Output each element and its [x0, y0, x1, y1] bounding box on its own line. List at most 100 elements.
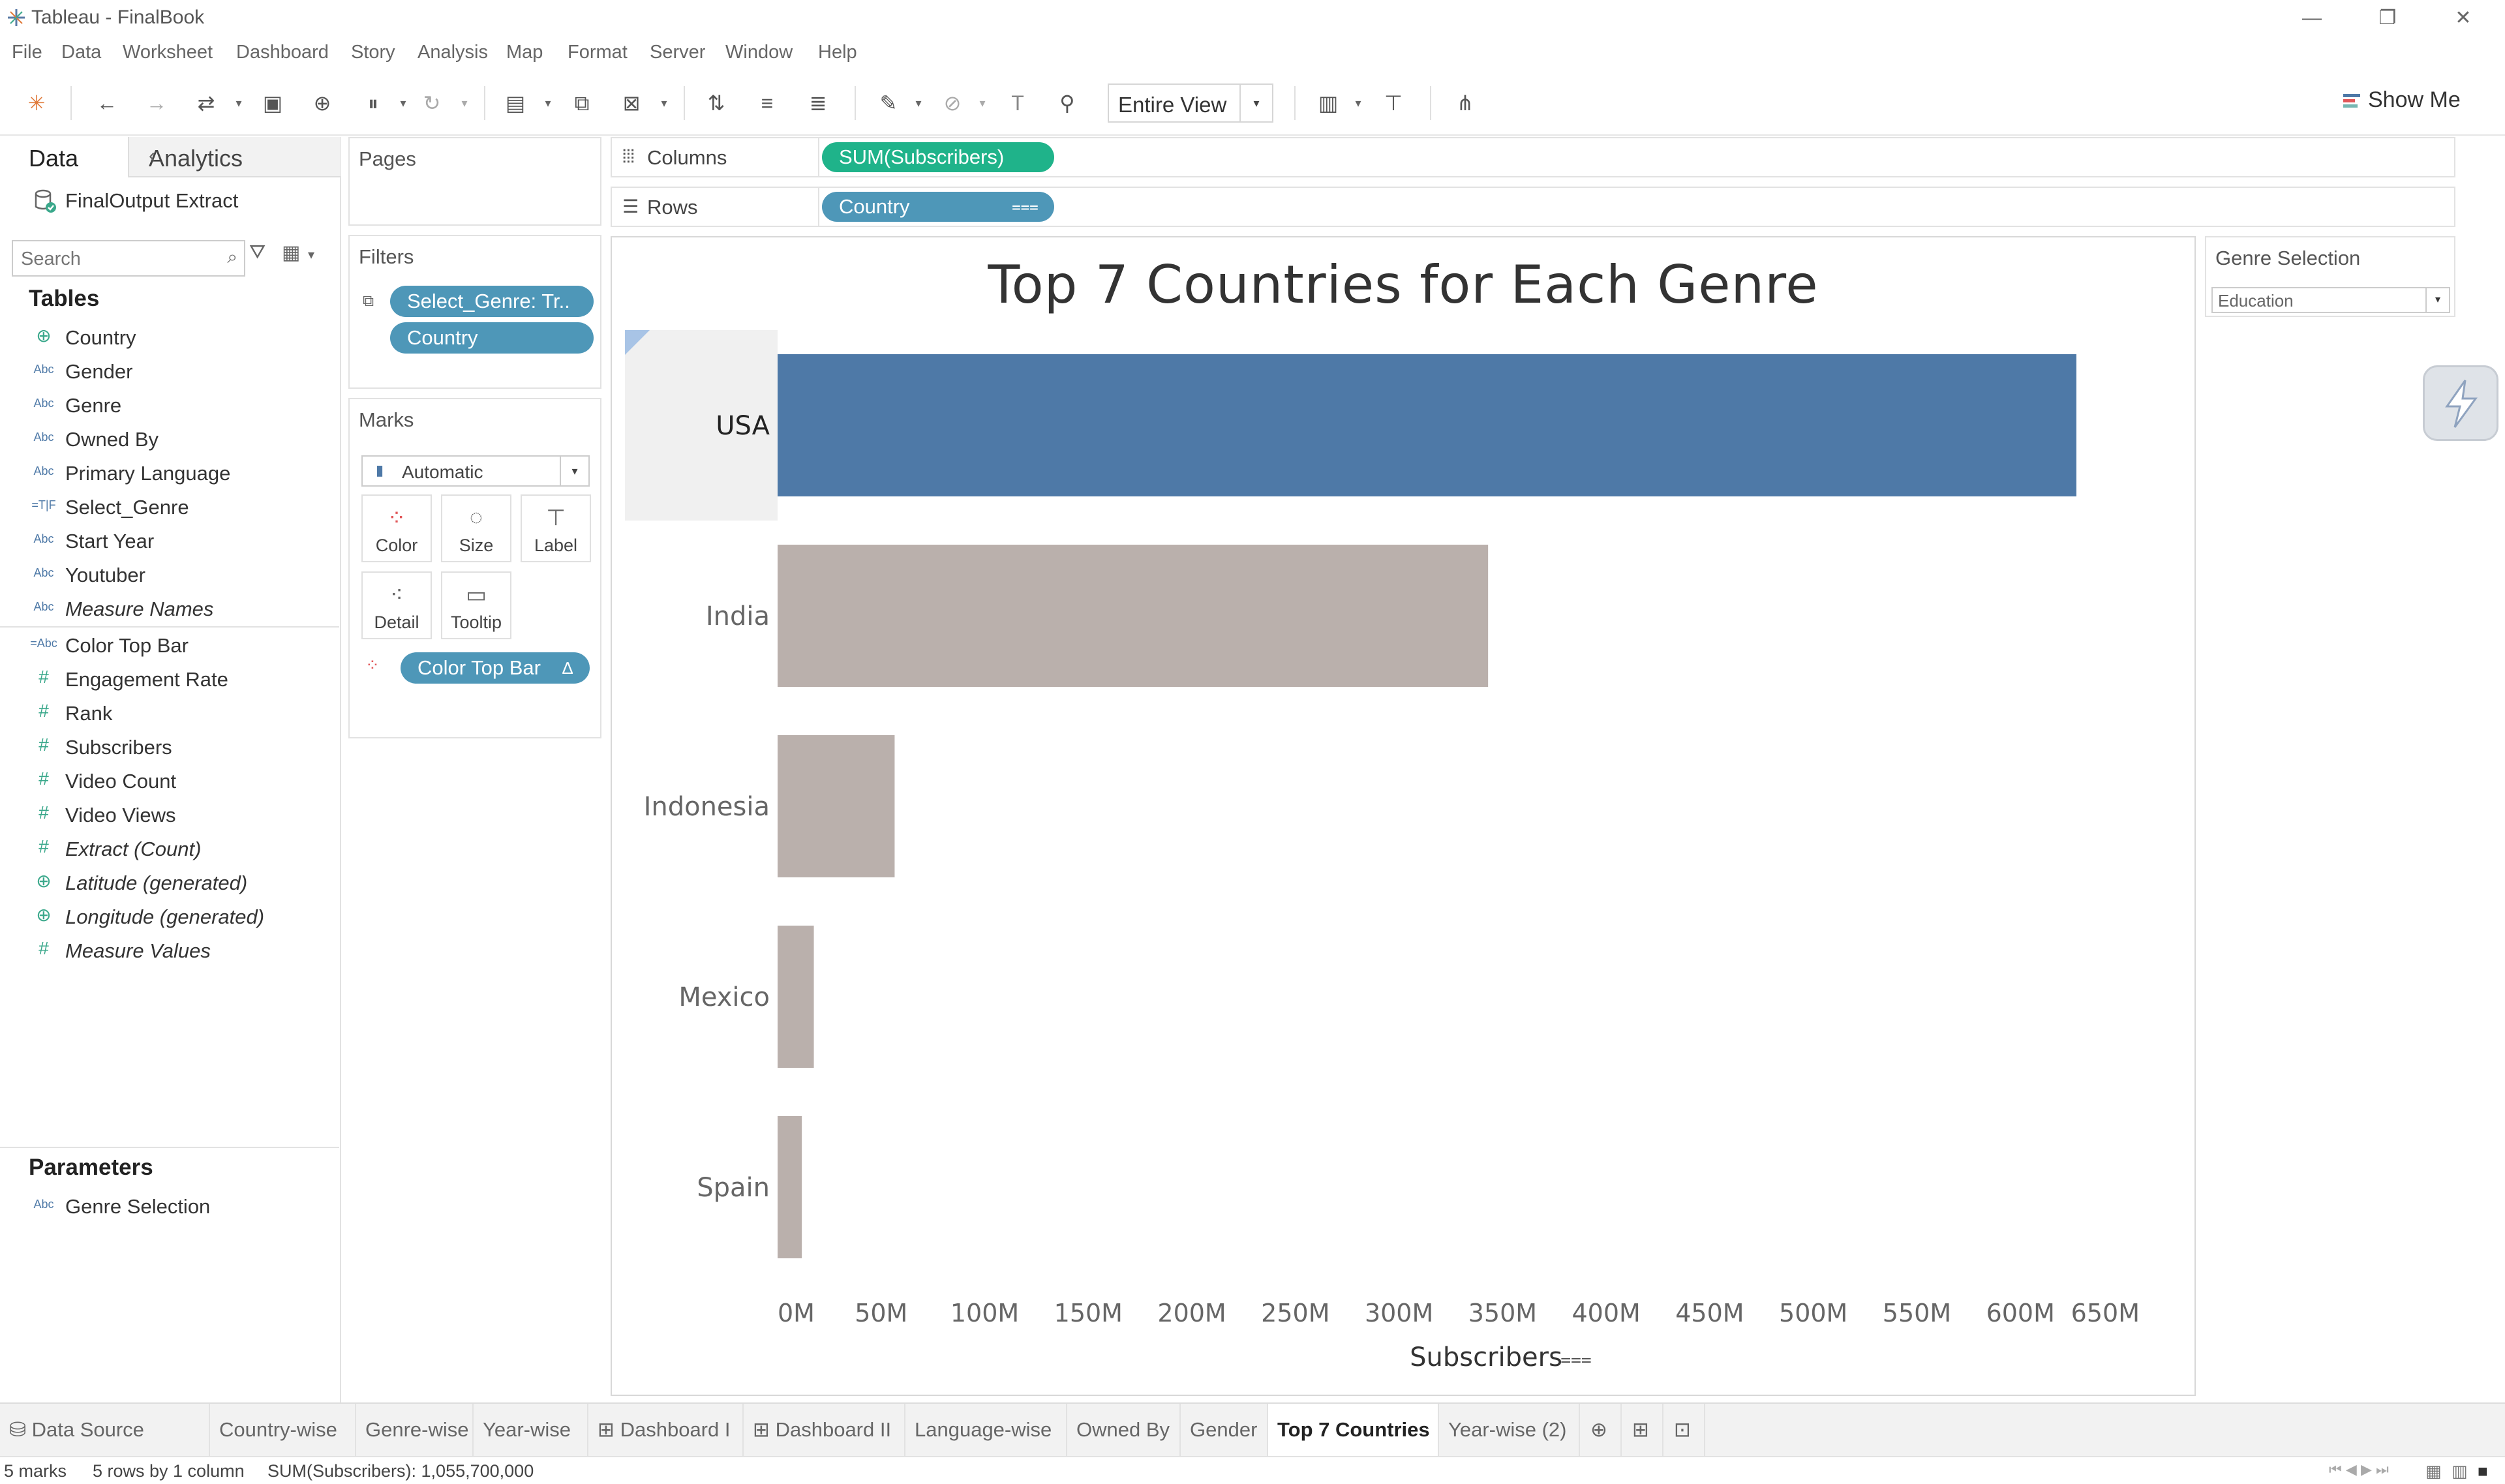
refresh-icon[interactable]: ↻	[418, 89, 446, 117]
field-country[interactable]: ⊕ Country	[0, 321, 339, 355]
menu-data[interactable]: Data	[61, 42, 101, 63]
tab-year-wise[interactable]: Year-wise	[474, 1404, 588, 1456]
field-gender[interactable]: Abc Gender	[0, 355, 339, 389]
field-genre[interactable]: Abc Genre	[0, 389, 339, 423]
swap-icon[interactable]: ⇄	[192, 89, 220, 117]
fit-dropdown[interactable]: Entire View ▾	[1108, 83, 1273, 123]
visualization-area[interactable]: Top 7 Countries for Each Genre USA India I…	[611, 236, 2196, 1396]
bar-indonesia[interactable]	[778, 735, 895, 877]
menu-analysis[interactable]: Analysis	[418, 42, 488, 63]
menu-worksheet[interactable]: Worksheet	[123, 42, 213, 63]
new-story-tab-icon[interactable]: ⊡	[1663, 1404, 1705, 1456]
close-button[interactable]: ✕	[2444, 4, 2483, 33]
new-worksheet-tab-icon[interactable]: ⊕	[1580, 1404, 1622, 1456]
pages-card[interactable]: Pages	[348, 137, 601, 226]
tab-data[interactable]: Data	[0, 137, 128, 177]
marks-pill-color-top-bar[interactable]: Color Top Bar ∆	[401, 652, 590, 684]
swap-rows-columns-icon[interactable]: ⇅	[702, 89, 731, 117]
bar-spain[interactable]	[778, 1116, 802, 1258]
tab-gender[interactable]: Gender	[1181, 1404, 1268, 1456]
field-measure-names[interactable]: Abc Measure Names	[0, 592, 339, 626]
fix-axes-icon[interactable]: ⚲	[1053, 89, 1082, 117]
redo-icon[interactable]: →	[142, 89, 171, 117]
new-dashboard-tab-icon[interactable]: ⊞	[1622, 1404, 1663, 1456]
chevron-down-icon[interactable]: ▾	[912, 90, 925, 116]
filter-pill-select-genre[interactable]: Select_Genre: Tr..	[390, 286, 594, 317]
chevron-down-icon[interactable]: ▾	[458, 90, 471, 116]
show-me-button[interactable]: Show Me	[2342, 87, 2461, 120]
tab-genre-wise[interactable]: Genre-wise	[356, 1404, 474, 1456]
field-engagement-rate[interactable]: # Engagement Rate	[0, 663, 339, 697]
new-worksheet-icon[interactable]: ▤	[501, 89, 530, 117]
chevron-down-icon[interactable]: ▾	[658, 90, 671, 116]
field-subscribers[interactable]: # Subscribers	[0, 731, 339, 765]
undo-icon[interactable]: ←	[93, 89, 121, 117]
menu-window[interactable]: Window	[725, 42, 793, 63]
bar-chart[interactable]: USA India Indonesia Mexico Spain 0M 50M 100M 150…	[612, 237, 2194, 1395]
bar-india[interactable]	[778, 545, 1489, 687]
tab-country-wise[interactable]: Country-wise	[210, 1404, 356, 1456]
menu-story[interactable]: Story	[351, 42, 395, 63]
chevron-down-icon[interactable]: ▾	[397, 90, 410, 116]
filter-pill-country[interactable]: Country	[390, 322, 594, 354]
field-video-views[interactable]: # Video Views	[0, 798, 339, 832]
tab-year-wise-2[interactable]: Year-wise (2)	[1439, 1404, 1580, 1456]
mark-type-dropdown[interactable]: ▮ Automatic ▾	[361, 455, 590, 487]
sheet-sorter-icon[interactable]: ▦	[2425, 1461, 2442, 1481]
field-color-top-bar[interactable]: =Abc Color Top Bar	[0, 629, 339, 663]
marks-label-button[interactable]: ⊤ Label	[521, 494, 591, 562]
tabs-view-icon[interactable]: ■	[2478, 1461, 2488, 1481]
search-input[interactable]	[21, 247, 210, 271]
floating-assistant-button[interactable]	[2423, 365, 2498, 441]
chevron-down-icon[interactable]: ▾	[1352, 90, 1365, 116]
group-members-icon[interactable]: ⊘	[938, 89, 967, 117]
field-video-count[interactable]: # Video Count	[0, 765, 339, 798]
tab-language-wise[interactable]: Language-wise	[905, 1404, 1067, 1456]
chevron-down-icon[interactable]: ▾	[976, 90, 989, 116]
field-select-genre[interactable]: =T|F Select_Genre	[0, 491, 339, 524]
menu-format[interactable]: Format	[568, 42, 628, 63]
genre-selection-dropdown[interactable]: Education ▾	[2211, 287, 2450, 313]
tab-analytics[interactable]: Analytics ‹	[128, 137, 341, 177]
new-datasource-icon[interactable]: ⊕	[308, 89, 337, 117]
field-longitude[interactable]: ⊕ Longitude (generated)	[0, 900, 339, 934]
restore-button[interactable]: ❐	[2368, 4, 2407, 33]
sheet-navigation-icon[interactable]: ⏮ ◀ ▶ ⏭	[2329, 1461, 2389, 1478]
field-primary-language[interactable]: Abc Primary Language	[0, 457, 339, 491]
marks-size-button[interactable]: ◌ Size	[441, 494, 511, 562]
menu-map[interactable]: Map	[506, 42, 543, 63]
save-icon[interactable]: ▣	[258, 89, 287, 117]
menu-help[interactable]: Help	[818, 42, 857, 63]
columns-shelf[interactable]: ⦙⦙⦙ Columns SUM(Subscribers)	[611, 137, 2455, 177]
field-youtuber[interactable]: Abc Youtuber	[0, 558, 339, 592]
filters-card[interactable]: Filters ⧉ Select_Genre: Tr.. Country	[348, 235, 601, 389]
highlight-icon[interactable]: ✎	[874, 89, 903, 117]
chevron-down-icon[interactable]: ▾	[308, 247, 314, 263]
show-cards-icon[interactable]: ▥	[1314, 89, 1343, 117]
tab-top-7-countries[interactable]: Top 7 Countries	[1268, 1404, 1439, 1456]
share-icon[interactable]: ⋔	[1451, 89, 1480, 117]
filter-icon[interactable]: ⛛	[249, 241, 266, 264]
bar-mexico[interactable]	[778, 926, 814, 1068]
collapse-pane-icon[interactable]: ‹	[149, 145, 331, 167]
field-owned-by[interactable]: Abc Owned By	[0, 423, 339, 457]
sort-descending-icon[interactable]: ≣	[804, 89, 832, 117]
field-latitude[interactable]: ⊕ Latitude (generated)	[0, 866, 339, 900]
tab-data-source[interactable]: ⛁ Data Source	[0, 1404, 210, 1456]
marks-tooltip-button[interactable]: ▭ Tooltip	[441, 571, 511, 639]
tab-dashboard-i[interactable]: ⊞ Dashboard I	[588, 1404, 744, 1456]
marks-color-button[interactable]: ⁘ Color	[361, 494, 432, 562]
search-field[interactable]: ⌕	[12, 240, 245, 277]
show-mark-labels-icon[interactable]: T	[1003, 89, 1032, 117]
columns-pill-sum-subscribers[interactable]: SUM(Subscribers)	[822, 142, 1054, 172]
bar-usa[interactable]	[778, 354, 2076, 496]
tab-owned-by[interactable]: Owned By	[1067, 1404, 1181, 1456]
menu-file[interactable]: File	[12, 42, 42, 63]
filmstrip-icon[interactable]: ▥	[2452, 1461, 2468, 1481]
duplicate-sheet-icon[interactable]: ⧉	[568, 89, 596, 117]
field-extract-count[interactable]: # Extract (Count)	[0, 832, 339, 866]
menu-server[interactable]: Server	[650, 42, 705, 63]
marks-detail-button[interactable]: ⁖ Detail	[361, 571, 432, 639]
menu-dashboard[interactable]: Dashboard	[236, 42, 329, 63]
rows-shelf[interactable]: ☰ Rows Country ⩶	[611, 187, 2455, 227]
